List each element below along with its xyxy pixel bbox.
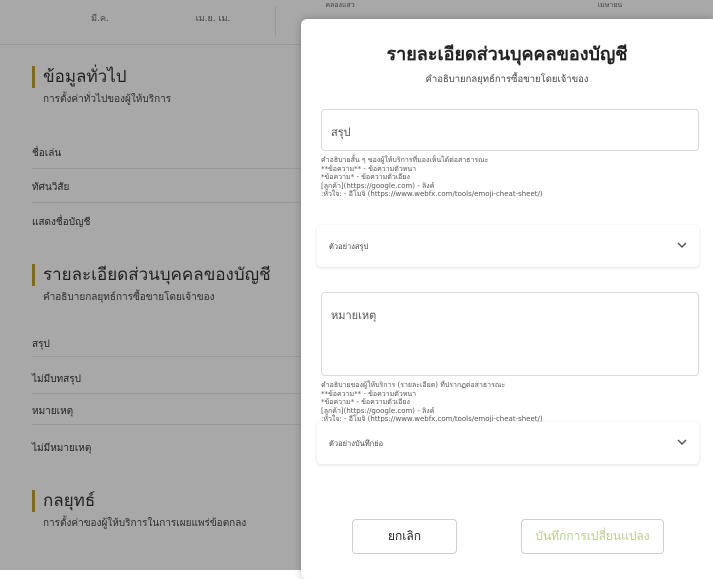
note-help-line: **ข้อความ** - ข้อความตัวหนา <box>321 389 417 398</box>
note-help-text: คำอธิบายของผู้ให้บริการ (รายละเอียด) ที่… <box>321 381 701 424</box>
save-changes-button[interactable]: บันทึกการเปลี่ยนแปลง <box>521 519 664 554</box>
summary-help-line: **ข้อความ** - ข้อความตัวหนา <box>321 164 417 173</box>
summary-example-dropdown[interactable]: ตัวอย่างสรุป <box>317 225 699 267</box>
chevron-down-icon <box>677 242 687 249</box>
summary-help-line: คำอธิบายสั้น ๆ ของผู้ให้บริการที่มองเห็น… <box>321 156 489 164</box>
summary-input[interactable]: สรุป <box>321 109 699 151</box>
modal-title: รายละเอียดส่วนบุคคลของบัญชี <box>386 44 628 65</box>
cancel-button[interactable]: ยกเลิก <box>352 519 457 554</box>
modal-subtitle: คำอธิบายกลยุทธ์การซื้อขายโดยเจ้าของ <box>425 74 589 85</box>
note-textarea[interactable]: หมายเหตุ <box>321 292 699 376</box>
chevron-down-icon <box>677 439 687 446</box>
note-example-label: ตัวอย่างบันทึกย่อ <box>329 439 384 448</box>
note-help-line: *ข้อความ* - ข้อความตัวเอียง <box>321 398 410 407</box>
summary-help-line: *ข้อความ* - ข้อความตัวเอียง <box>321 173 410 182</box>
note-example-dropdown[interactable]: ตัวอย่างบันทึกย่อ <box>317 422 699 464</box>
summary-help-line: :หัวใจ: - อีโมจิ (https://www.webfx.com/… <box>321 190 543 199</box>
summary-help-text: คำอธิบายสั้น ๆ ของผู้ให้บริการที่มองเห็น… <box>321 156 701 199</box>
note-textarea-placeholder: หมายเหตุ <box>331 309 377 322</box>
summary-example-label: ตัวอย่างสรุป <box>329 242 369 251</box>
account-details-modal: รายละเอียดส่วนบุคคลของบัญชี คำอธิบายกลยุ… <box>301 19 713 579</box>
note-help-line: คำอธิบายของผู้ให้บริการ (รายละเอียด) ที่… <box>321 381 506 389</box>
summary-input-placeholder: สรุป <box>331 126 351 139</box>
